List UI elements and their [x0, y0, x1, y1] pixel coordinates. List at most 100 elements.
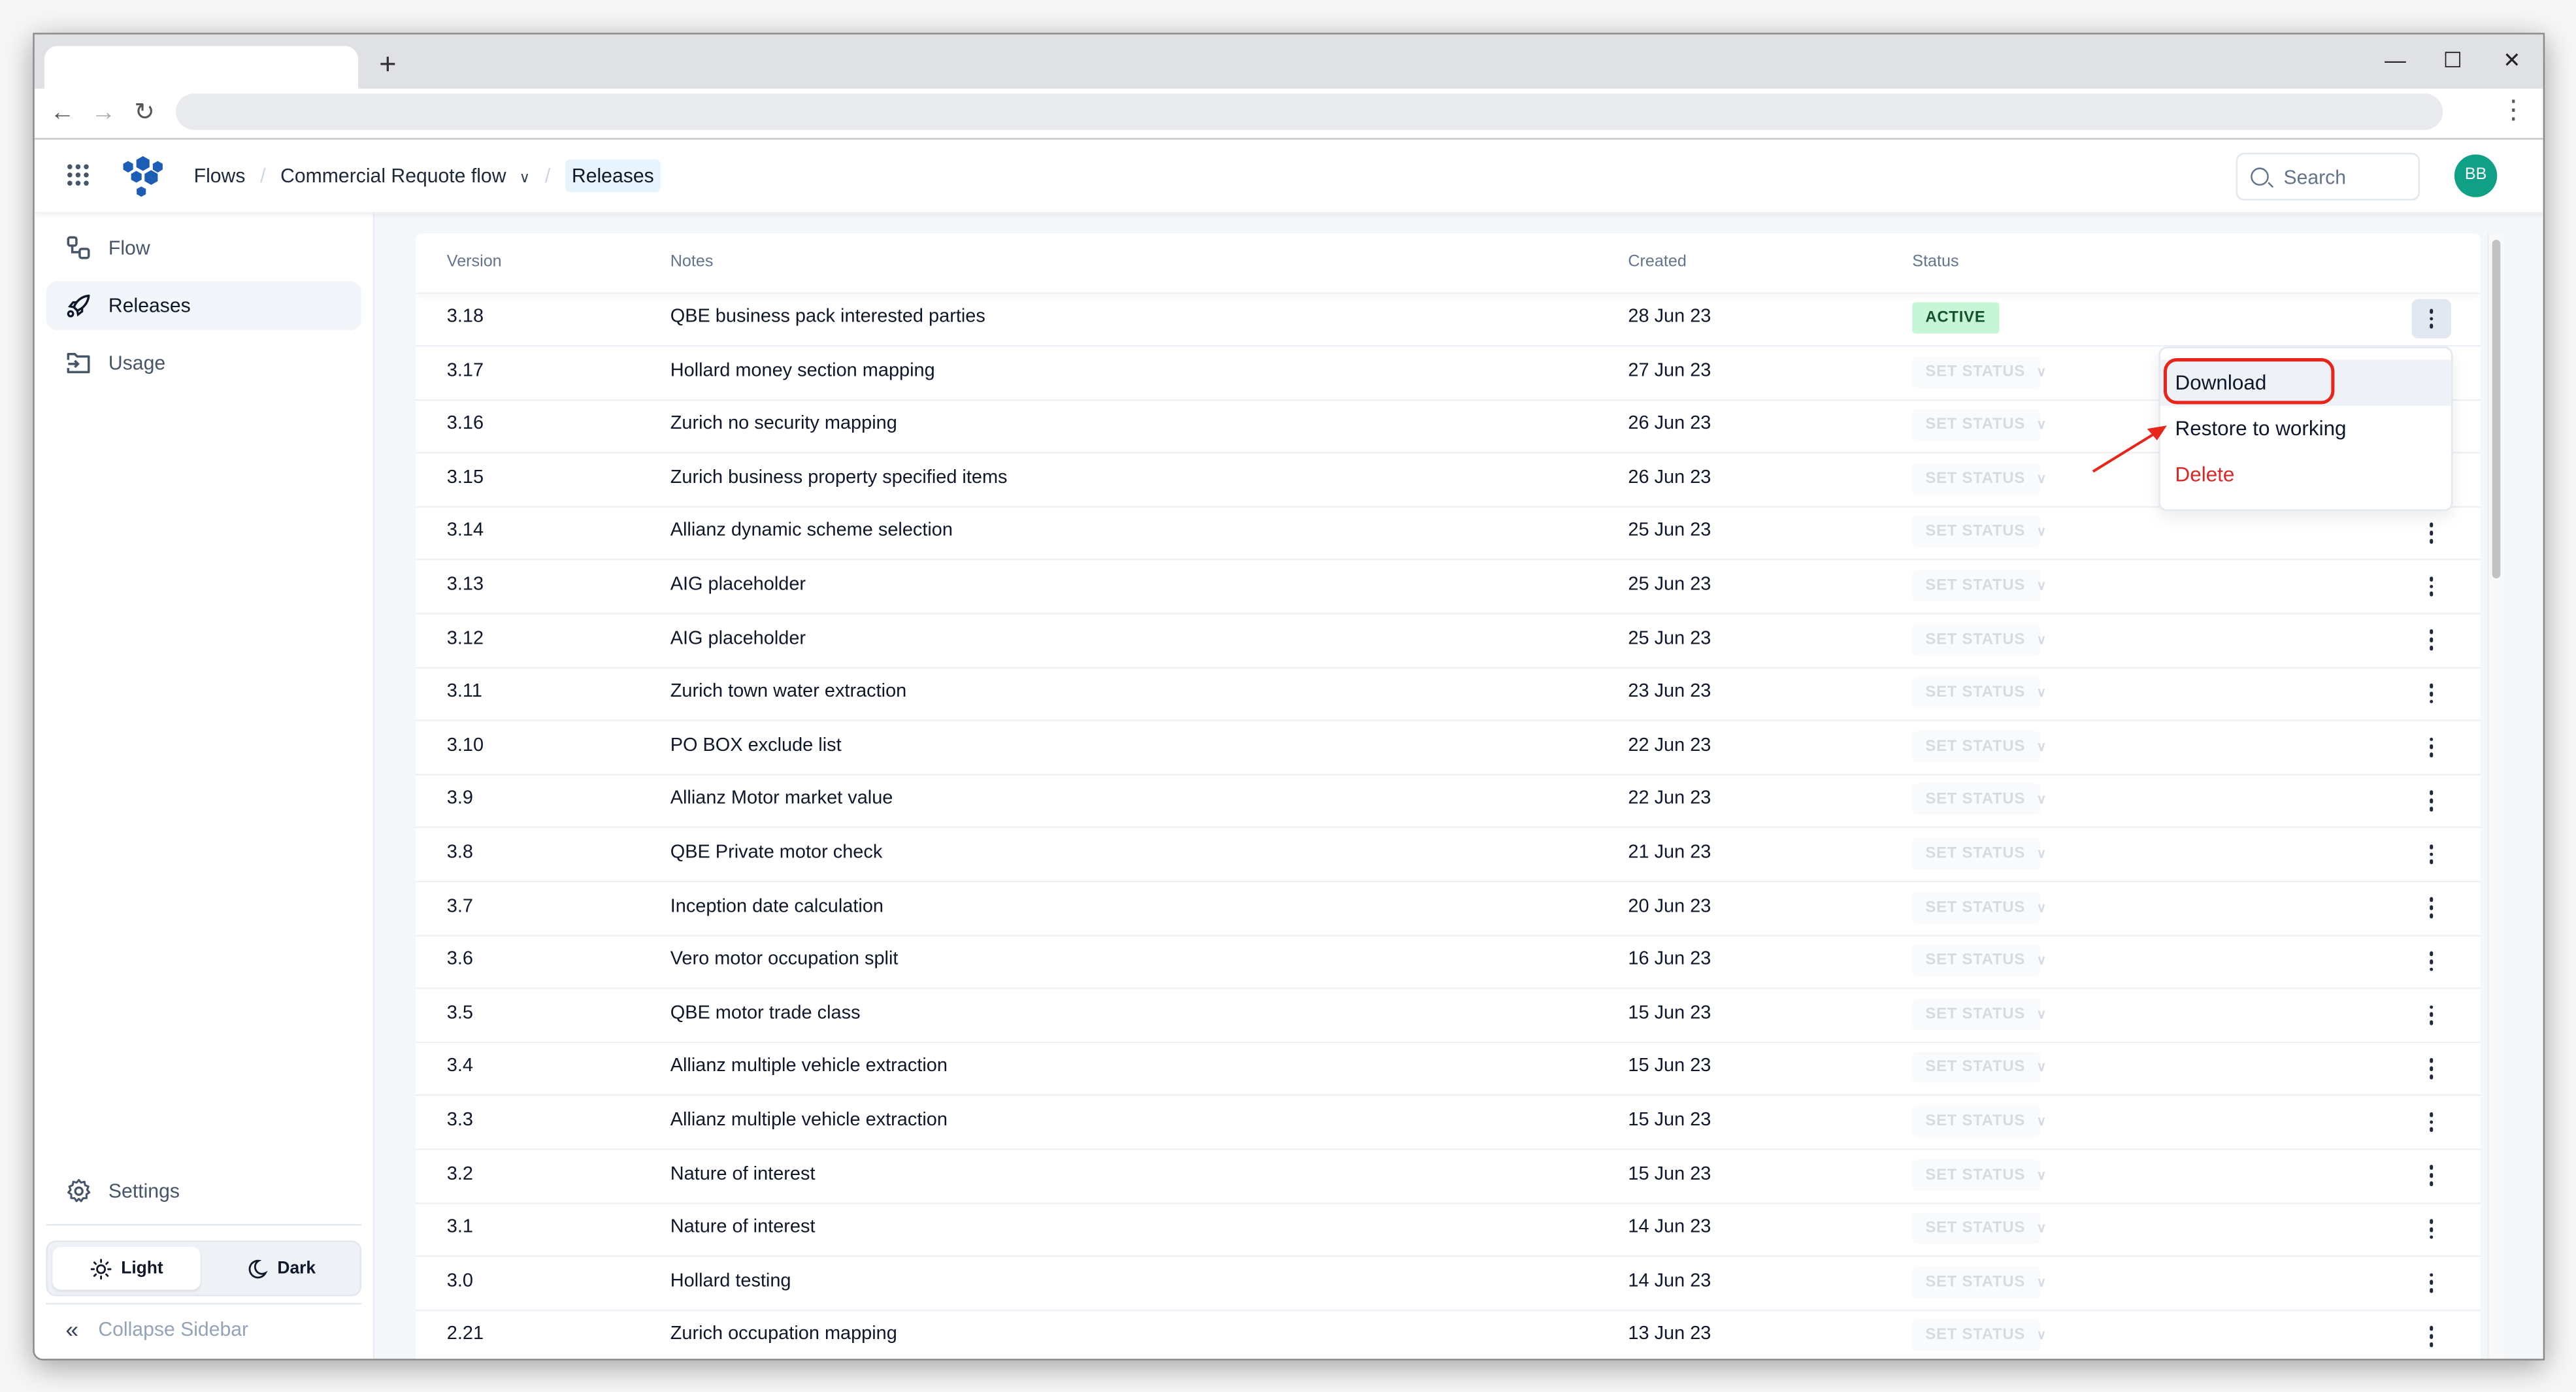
table-row[interactable]: 3.5 QBE motor trade class 15 Jun 23 SET STA…	[416, 989, 2481, 1043]
table-row[interactable]: 3.7 Inception date calculation 20 Jun 23 SE…	[416, 882, 2481, 936]
brand-logo-icon[interactable]	[120, 154, 166, 200]
row-actions-kebab-icon[interactable]	[2412, 1263, 2451, 1302]
row-actions-kebab-icon[interactable]	[2412, 781, 2451, 820]
menu-item-delete[interactable]: Delete	[2160, 452, 2451, 497]
row-actions-kebab-icon[interactable]	[2412, 727, 2451, 767]
row-actions-kebab-icon[interactable]	[2412, 942, 2451, 981]
set-status-dropdown[interactable]: SET STATUS ∨	[1912, 838, 2046, 869]
set-status-dropdown[interactable]: SET STATUS ∨	[1912, 1212, 2046, 1244]
forward-button[interactable]: →	[89, 99, 118, 128]
set-status-dropdown[interactable]: SET STATUS ∨	[1912, 891, 2046, 923]
set-status-dropdown[interactable]: SET STATUS ∨	[1912, 731, 2046, 762]
reload-button[interactable]: ↻	[130, 99, 159, 128]
set-status-dropdown[interactable]: SET STATUS ∨	[1912, 1266, 2046, 1298]
table-row[interactable]: 3.1 Nature of interest 14 Jun 23 SET STATUS…	[416, 1203, 2481, 1257]
breadcrumb-flow-selector[interactable]: Commercial Requote flow ∨	[280, 164, 530, 187]
table-row[interactable]: 3.4 Allianz multiple vehicle extraction 15…	[416, 1042, 2481, 1097]
chevron-down-icon: ∨	[2036, 1274, 2047, 1289]
version-cell: 3.13	[446, 574, 484, 595]
theme-light-button[interactable]: Light	[52, 1247, 201, 1290]
search-box[interactable]	[2236, 152, 2420, 201]
set-status-dropdown[interactable]: SET STATUS ∨	[1912, 999, 2046, 1030]
table-row[interactable]: 3.9 Allianz Motor market value 22 Jun 23 SE…	[416, 774, 2481, 829]
table-row[interactable]: 3.10 PO BOX exclude list 22 Jun 23 SET STAT…	[416, 721, 2481, 776]
set-status-dropdown[interactable]: SET STATUS ∨	[1912, 570, 2046, 602]
menu-item-restore-to-working[interactable]: Restore to working	[2160, 406, 2451, 452]
set-status-dropdown[interactable]: SET STATUS ∨	[1912, 356, 2046, 388]
created-cell: 23 Jun 23	[1628, 682, 1711, 702]
sidebar-item-releases[interactable]: Releases	[46, 280, 362, 331]
new-tab-button[interactable]: +	[373, 48, 403, 80]
version-cell: 3.3	[446, 1110, 474, 1131]
set-status-dropdown[interactable]: SET STATUS ∨	[1912, 1319, 2046, 1351]
row-actions-kebab-icon[interactable]	[2412, 1210, 2451, 1249]
row-actions-kebab-icon[interactable]	[2412, 1102, 2451, 1142]
row-actions-kebab-icon[interactable]	[2412, 674, 2451, 713]
breadcrumb: Flows / Commercial Requote flow ∨ / Relea…	[194, 159, 661, 193]
scrollbar-thumb[interactable]	[2492, 240, 2501, 578]
version-cell: 3.7	[446, 896, 474, 916]
set-status-dropdown[interactable]: SET STATUS ∨	[1912, 784, 2046, 816]
set-status-label: SET STATUS	[1925, 1058, 2026, 1077]
table-row[interactable]: 3.12 AIG placeholder 25 Jun 23 SET STATUS ∨	[416, 614, 2481, 669]
row-actions-kebab-icon[interactable]	[2412, 1049, 2451, 1088]
table-row[interactable]: 3.8 QBE Private motor check 21 Jun 23 SET S…	[416, 828, 2481, 883]
theme-dark-button[interactable]: Dark	[207, 1247, 355, 1289]
table-row[interactable]: 3.2 Nature of interest 15 Jun 23 SET STATUS…	[416, 1150, 2481, 1204]
set-status-dropdown[interactable]: SET STATUS ∨	[1912, 1052, 2046, 1084]
back-button[interactable]: ←	[48, 99, 77, 128]
chevron-down-icon: ∨	[2036, 1221, 2047, 1236]
row-actions-kebab-icon[interactable]	[2412, 835, 2451, 874]
table-row[interactable]: 3.14 Allianz dynamic scheme selection 25 J…	[416, 506, 2481, 561]
minimize-button[interactable]: —	[2379, 44, 2411, 77]
table-row[interactable]: 3.0 Hollard testing 14 Jun 23 SET STATUS ∨	[416, 1257, 2481, 1311]
sidebar-item-usage[interactable]: Usage	[46, 339, 361, 388]
row-actions-kebab-icon[interactable]	[2412, 888, 2451, 927]
close-window-button[interactable]: ✕	[2496, 44, 2528, 77]
notes-cell: QBE business pack interested parties	[670, 307, 985, 327]
table-row[interactable]: 3.11 Zurich town water extraction 23 Jun 2…	[416, 667, 2481, 722]
table-row[interactable]: 3.3 Allianz multiple vehicle extraction 15…	[416, 1096, 2481, 1150]
breadcrumb-releases[interactable]: Releases	[565, 159, 661, 193]
set-status-dropdown[interactable]: SET STATUS ∨	[1912, 516, 2046, 548]
row-actions-kebab-icon[interactable]	[2412, 1317, 2451, 1356]
collapse-sidebar-button[interactable]: « Collapse Sidebar	[46, 1310, 361, 1349]
set-status-dropdown[interactable]: SET STATUS ∨	[1912, 463, 2046, 495]
chevron-down-icon: ∨	[2036, 1060, 2047, 1076]
row-actions-kebab-icon[interactable]	[2412, 513, 2451, 552]
row-actions-kebab-icon[interactable]	[2412, 995, 2451, 1035]
set-status-dropdown[interactable]: SET STATUS ∨	[1912, 677, 2046, 709]
sidebar-item-flow[interactable]: Flow	[46, 224, 361, 273]
sidebar: Flow Releases Usage Settings Light Dark …	[34, 212, 375, 1359]
sidebar-item-settings[interactable]: Settings	[46, 1167, 361, 1216]
row-actions-kebab-icon[interactable]	[2411, 299, 2451, 339]
table-row[interactable]: 3.13 AIG placeholder 25 Jun 23 SET STATUS ∨	[416, 560, 2481, 615]
address-bar[interactable]	[175, 93, 2443, 130]
set-status-dropdown[interactable]: SET STATUS ∨	[1912, 1105, 2046, 1137]
column-header-version: Version	[446, 253, 502, 271]
breadcrumb-flows[interactable]: Flows	[194, 164, 246, 187]
set-status-dropdown[interactable]: SET STATUS ∨	[1912, 409, 2046, 441]
version-cell: 3.4	[446, 1057, 474, 1077]
folder-import-icon	[67, 353, 90, 374]
row-actions-kebab-icon[interactable]	[2412, 620, 2451, 659]
browser-tab[interactable]	[44, 46, 359, 89]
set-status-dropdown[interactable]: SET STATUS ∨	[1912, 1159, 2046, 1191]
set-status-dropdown[interactable]: SET STATUS ∨	[1912, 945, 2046, 976]
apps-grid-icon[interactable]	[67, 164, 90, 187]
row-actions-kebab-icon[interactable]	[2412, 567, 2451, 606]
maximize-button[interactable]: ☐	[2436, 44, 2469, 77]
browser-menu-button[interactable]: ⋮	[2500, 97, 2526, 126]
created-cell: 26 Jun 23	[1628, 414, 1711, 435]
table-row[interactable]: 2.21 Zurich occupation mapping 13 Jun 23 SE…	[416, 1310, 2481, 1359]
notes-cell: Vero motor occupation split	[670, 950, 899, 970]
chevron-down-icon: ∨	[2036, 1114, 2047, 1129]
table-row[interactable]: 3.18 QBE business pack interested parties…	[416, 292, 2481, 347]
row-actions-kebab-icon[interactable]	[2412, 1156, 2451, 1195]
scrollbar[interactable]	[2487, 233, 2504, 1359]
user-avatar[interactable]: BB	[2454, 154, 2498, 197]
theme-dark-label: Dark	[277, 1258, 316, 1278]
table-row[interactable]: 3.6 Vero motor occupation split 16 Jun 23 S…	[416, 935, 2481, 989]
set-status-dropdown[interactable]: SET STATUS ∨	[1912, 623, 2046, 655]
search-input[interactable]	[2280, 163, 2419, 190]
